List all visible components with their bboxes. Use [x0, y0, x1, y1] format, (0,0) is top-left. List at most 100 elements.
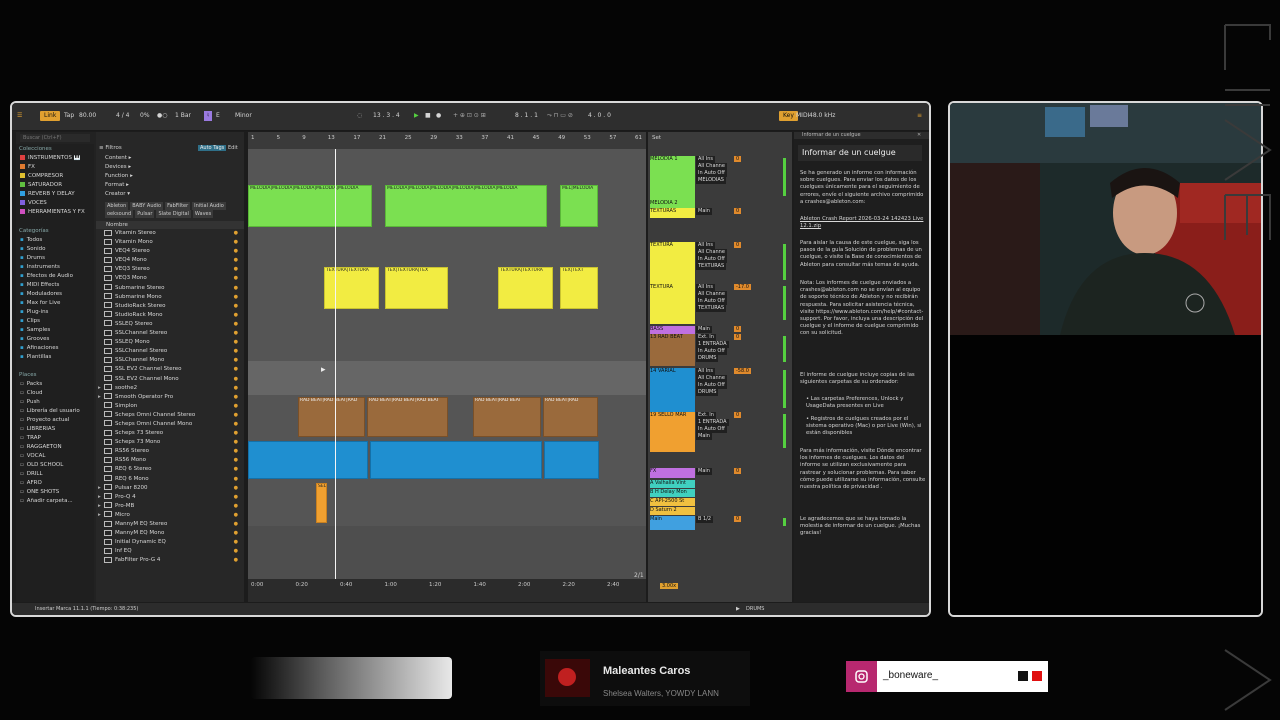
- filters-edit-button[interactable]: Edit: [228, 145, 238, 151]
- volume-readout[interactable]: 0: [734, 326, 742, 332]
- io-select[interactable]: Main: [696, 433, 712, 440]
- creator-tag[interactable]: Waves: [192, 210, 214, 218]
- browser-file-item[interactable]: SSL EV2 Channel Mono ●: [96, 375, 244, 384]
- place-item[interactable]: ▫ ONE SHOTS: [20, 488, 94, 497]
- scale-mode-icon[interactable]: ♮: [204, 111, 213, 121]
- favorite-dot-icon[interactable]: ●: [234, 238, 238, 247]
- favorite-dot-icon[interactable]: ●: [234, 420, 238, 429]
- browser-file-item[interactable]: FabFilter Pro-G 4 ●: [96, 556, 244, 565]
- creator-tag[interactable]: Ableton: [105, 202, 129, 210]
- browser-file-item[interactable]: ▸ Smooth Operator Pro ●: [96, 393, 244, 402]
- record-icon[interactable]: ●: [436, 111, 441, 121]
- clip-rad-beat[interactable]: RAD BEAT|RAD BEAT: [473, 397, 541, 437]
- favorite-dot-icon[interactable]: ●: [234, 493, 238, 502]
- io-select[interactable]: All Ins: [696, 242, 716, 249]
- favorite-dot-icon[interactable]: ●: [234, 456, 238, 465]
- track-header[interactable]: 14 VARIAL: [650, 368, 695, 412]
- favorite-dot-icon[interactable]: ●: [234, 520, 238, 529]
- clip-sello[interactable]: SELL: [316, 483, 327, 523]
- io-select[interactable]: TEXTURAS: [696, 305, 727, 312]
- browser-search-input[interactable]: Buscar (Ctrl+F): [20, 134, 90, 142]
- favorite-dot-icon[interactable]: ●: [234, 375, 238, 384]
- creator-tag[interactable]: Pulsar: [135, 210, 155, 218]
- browser-file-item[interactable]: ▸ Pulsar 8200 ●: [96, 484, 244, 493]
- volume-readout[interactable]: 0: [734, 156, 742, 162]
- collection-item[interactable]: SATURADOR: [20, 181, 94, 190]
- category-item[interactable]: ▪ Efectos de Audio: [20, 272, 94, 281]
- clip-melodia[interactable]: MELODIA|MELODIA|MELODIA|MELODIA|MELODIA: [248, 185, 372, 227]
- favorite-dot-icon[interactable]: ●: [234, 438, 238, 447]
- clip-textura[interactable]: TEXTURA|TEXTURA: [324, 267, 379, 309]
- favorite-dot-icon[interactable]: ●: [234, 475, 238, 484]
- creator-tag[interactable]: Initial Audio: [192, 202, 226, 210]
- io-select[interactable]: 1 ENTRADA: [696, 419, 729, 426]
- track-header[interactable]: Main: [650, 516, 695, 530]
- browser-file-item[interactable]: SSLChannel Stereo ●: [96, 329, 244, 338]
- view-toggle-icon[interactable]: ≡: [917, 111, 922, 121]
- filter-row[interactable]: Format ▸: [105, 181, 235, 190]
- io-select[interactable]: B 1/2: [696, 516, 714, 523]
- browser-file-item[interactable]: RS56 Stereo ●: [96, 447, 244, 456]
- io-select[interactable]: MELODIAS: [696, 177, 726, 184]
- browser-file-item[interactable]: MannyM EQ Mono ●: [96, 529, 244, 538]
- track-header[interactable]: TEXTURA: [650, 242, 695, 284]
- browser-file-item[interactable]: SSL EV2 Channel Stereo ●: [96, 365, 244, 374]
- place-item[interactable]: ▫ Push: [20, 398, 94, 407]
- category-item[interactable]: ▪ Clips: [20, 317, 94, 326]
- io-select[interactable]: In Auto Off: [696, 348, 727, 355]
- browser-file-item[interactable]: RS56 Mono ●: [96, 456, 244, 465]
- track-header[interactable]: TEXTURAS: [650, 208, 695, 218]
- track-header[interactable]: D Saturn 2: [650, 507, 695, 515]
- browser-file-item[interactable]: ▸ soothe2 ●: [96, 384, 244, 393]
- favorite-dot-icon[interactable]: ●: [234, 311, 238, 320]
- io-select[interactable]: Main: [696, 468, 712, 475]
- favorite-dot-icon[interactable]: ●: [234, 293, 238, 302]
- lane-bass[interactable]: [248, 361, 646, 396]
- browser-file-item[interactable]: Vitamin Mono ●: [96, 238, 244, 247]
- lane-sello[interactable]: SELL: [248, 481, 646, 527]
- favorite-dot-icon[interactable]: ●: [234, 402, 238, 411]
- follow-icon[interactable]: ◌: [357, 111, 362, 121]
- io-select[interactable]: TEXTURAS: [696, 263, 727, 270]
- category-item[interactable]: ▪ Instruments: [20, 263, 94, 272]
- metronome-icon[interactable]: ●○: [157, 111, 167, 121]
- loop-length[interactable]: 4 . 0 . 0: [588, 111, 611, 121]
- song-position[interactable]: 13 . 3 . 4: [373, 111, 400, 121]
- favorite-dot-icon[interactable]: ●: [234, 547, 238, 556]
- clip-rad-beat[interactable]: RAD BEAT|RAD BEAT|RAD: [298, 397, 365, 437]
- favorite-dot-icon[interactable]: ●: [234, 247, 238, 256]
- quantize-menu[interactable]: 1 Bar: [175, 111, 191, 121]
- browser-file-item[interactable]: VEQ4 Mono ●: [96, 256, 244, 265]
- io-select[interactable]: Ext. In: [696, 412, 716, 419]
- collection-item[interactable]: INSTRUMENTOS 🎹: [20, 154, 94, 163]
- place-item[interactable]: ▫ Cloud: [20, 389, 94, 398]
- browser-file-item[interactable]: SSLChannel Stereo ●: [96, 347, 244, 356]
- io-select[interactable]: In Auto Off: [696, 170, 727, 177]
- clip-rad-beat[interactable]: RAD BEAT|RAD: [543, 397, 598, 437]
- favorite-dot-icon[interactable]: ●: [234, 538, 238, 547]
- place-item[interactable]: ▫ LIBRERIAS: [20, 425, 94, 434]
- browser-file-item[interactable]: Scheps 73 Mono ●: [96, 438, 244, 447]
- clip-melodia[interactable]: MEL|MELODIA: [560, 185, 598, 227]
- favorite-dot-icon[interactable]: ●: [234, 365, 238, 374]
- live-menu-icon[interactable]: ☰: [17, 111, 22, 121]
- browser-file-item[interactable]: Scheps 73 Stereo ●: [96, 429, 244, 438]
- time-ruler[interactable]: 0:00 0:20 0:40 1:00 1:20 1:40 2:00 2:20 2:40: [248, 579, 646, 602]
- browser-file-item[interactable]: VEQ3 Stereo ●: [96, 265, 244, 274]
- play-small-icon[interactable]: ▶: [736, 606, 740, 612]
- collection-item[interactable]: HERRAMIENTAS Y FX: [20, 208, 94, 217]
- collection-item[interactable]: VOCES: [20, 199, 94, 208]
- browser-file-item[interactable]: MannyM EQ Stereo ●: [96, 520, 244, 529]
- category-item[interactable]: ▪ Drums: [20, 254, 94, 263]
- favorite-dot-icon[interactable]: ●: [234, 411, 238, 420]
- category-item[interactable]: ▪ Sonido: [20, 245, 94, 254]
- io-select[interactable]: DRUMS: [696, 355, 719, 362]
- category-item[interactable]: ▪ Afinaciones: [20, 344, 94, 353]
- clip-varial[interactable]: [248, 441, 368, 479]
- lane-varial[interactable]: [248, 439, 646, 482]
- place-item[interactable]: ▫ OLD SCHOOL: [20, 461, 94, 470]
- track-header[interactable]: 19 SELLO MAR: [650, 412, 695, 452]
- io-select[interactable]: In Auto Off: [696, 426, 727, 433]
- scale-select[interactable]: Minor: [235, 111, 252, 121]
- favorite-dot-icon[interactable]: ●: [234, 320, 238, 329]
